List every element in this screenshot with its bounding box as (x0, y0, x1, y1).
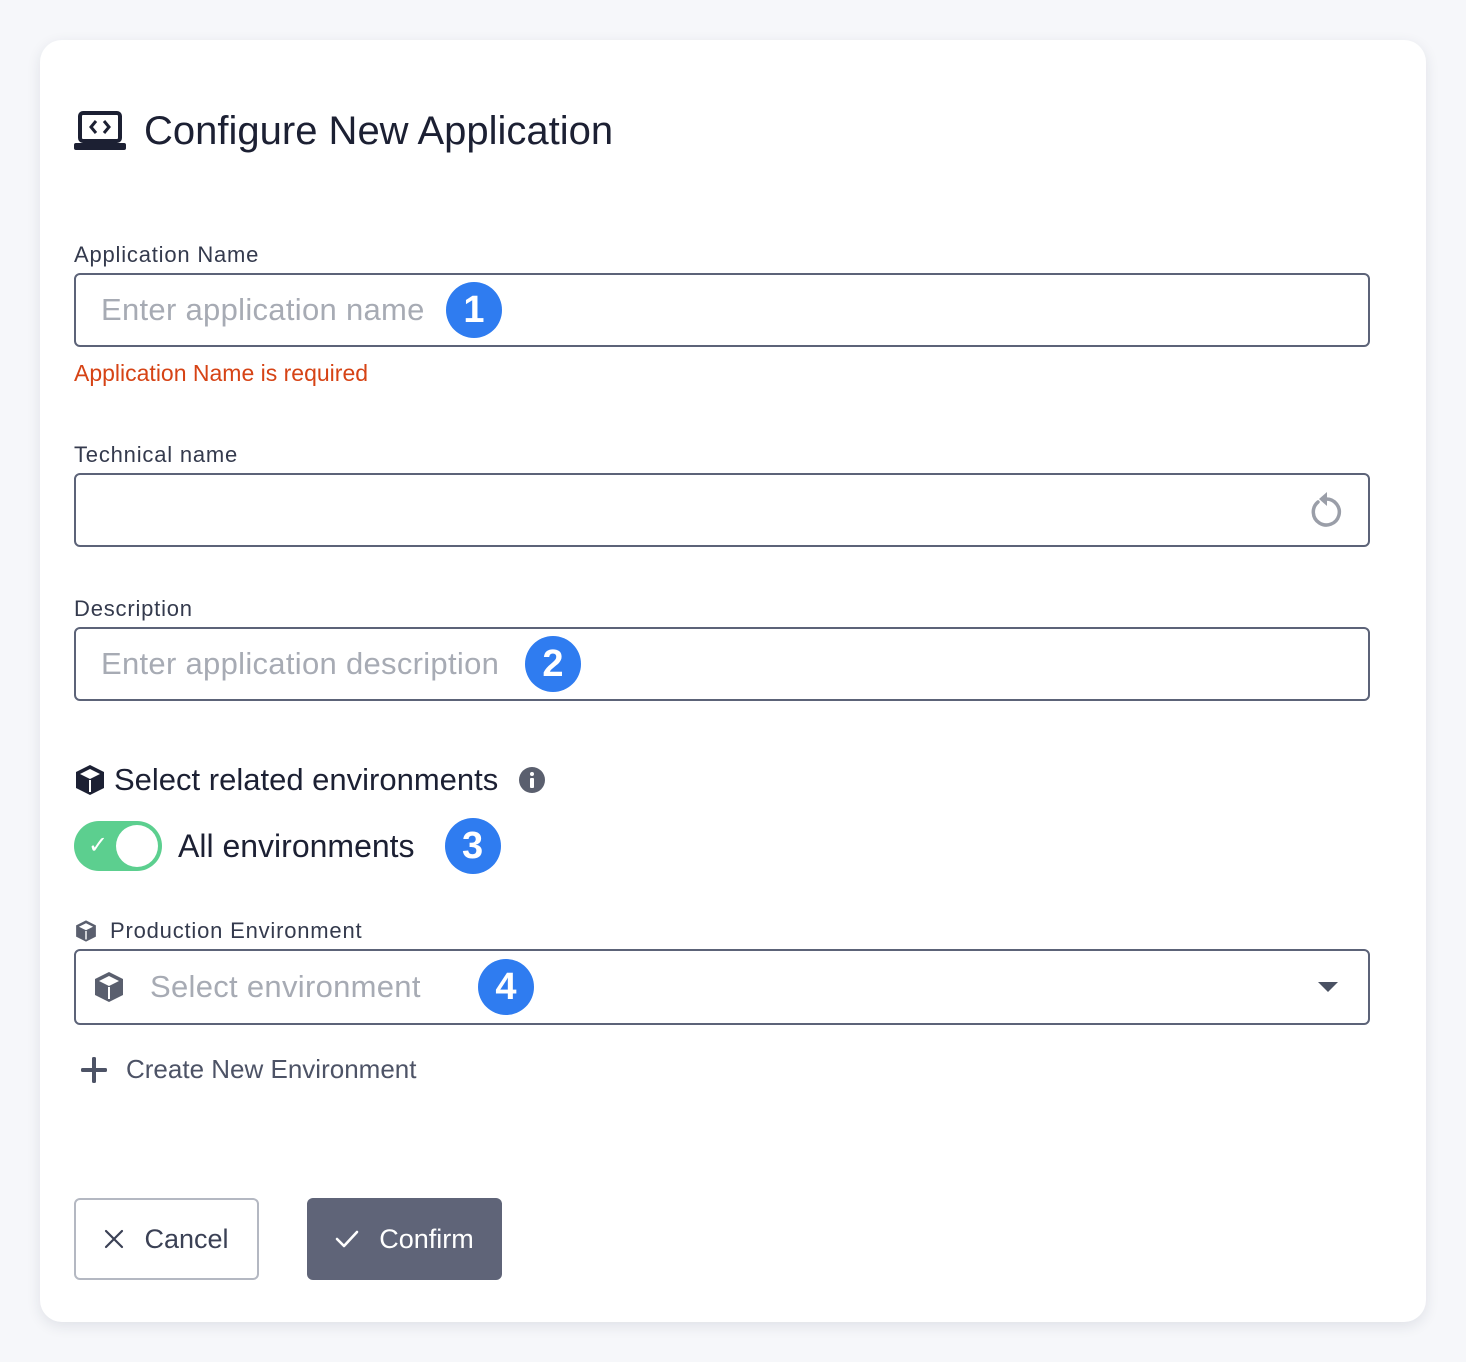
all-environments-label: All environments (178, 827, 415, 864)
plus-icon (81, 1056, 107, 1083)
description-input[interactable]: Enter application description 2 (74, 627, 1370, 701)
cancel-button[interactable]: Cancel (74, 1198, 259, 1280)
application-name-placeholder: Enter application name (101, 292, 425, 327)
toggle-knob (116, 825, 158, 867)
application-name-label: Application Name (74, 242, 260, 267)
application-name-input[interactable]: Enter application name 1 (74, 273, 1370, 347)
step-badge-2: 2 (525, 636, 581, 692)
check-icon (335, 1230, 359, 1248)
cube-icon (76, 920, 96, 942)
step-badge-3: 3 (444, 818, 501, 874)
cube-icon (95, 972, 123, 1002)
configure-application-dialog: Configure New Application Application Na… (40, 40, 1426, 1322)
confirm-button[interactable]: Confirm (307, 1198, 502, 1280)
environments-header: Select related environments (74, 762, 546, 798)
laptop-code-icon (74, 111, 126, 150)
dialog-title: Configure New Application (144, 108, 614, 153)
all-environments-toggle[interactable]: ✓ (74, 821, 162, 871)
technical-name-input[interactable] (74, 473, 1370, 547)
environments-title: Select related environments (114, 762, 499, 797)
toggle-check-icon: ✓ (88, 832, 109, 859)
all-environments-row: ✓ All environments 3 (74, 818, 501, 874)
create-new-environment-link[interactable]: Create New Environment (80, 1054, 416, 1085)
production-environment-select[interactable]: Select environment 4 (74, 949, 1370, 1025)
step-badge-4: 4 (478, 959, 534, 1015)
description-placeholder: Enter application description (101, 646, 500, 681)
production-environment-placeholder: Select environment (150, 969, 421, 1004)
reset-icon[interactable] (1308, 490, 1344, 530)
chevron-down-icon[interactable] (1318, 982, 1338, 992)
description-label: Description (74, 596, 193, 621)
close-icon (105, 1229, 124, 1249)
confirm-button-label: Confirm (379, 1223, 474, 1254)
step-badge-1: 1 (446, 282, 502, 338)
create-new-environment-label: Create New Environment (126, 1054, 417, 1084)
technical-name-label: Technical name (74, 442, 239, 467)
dialog-header: Configure New Application (74, 106, 613, 156)
production-environment-label: Production Environment (74, 918, 362, 944)
application-name-error: Application Name is required (74, 360, 369, 386)
info-icon[interactable] (518, 766, 546, 794)
production-environment-label-text: Production Environment (110, 918, 363, 943)
cube-icon (76, 765, 104, 795)
cancel-button-label: Cancel (144, 1223, 229, 1254)
